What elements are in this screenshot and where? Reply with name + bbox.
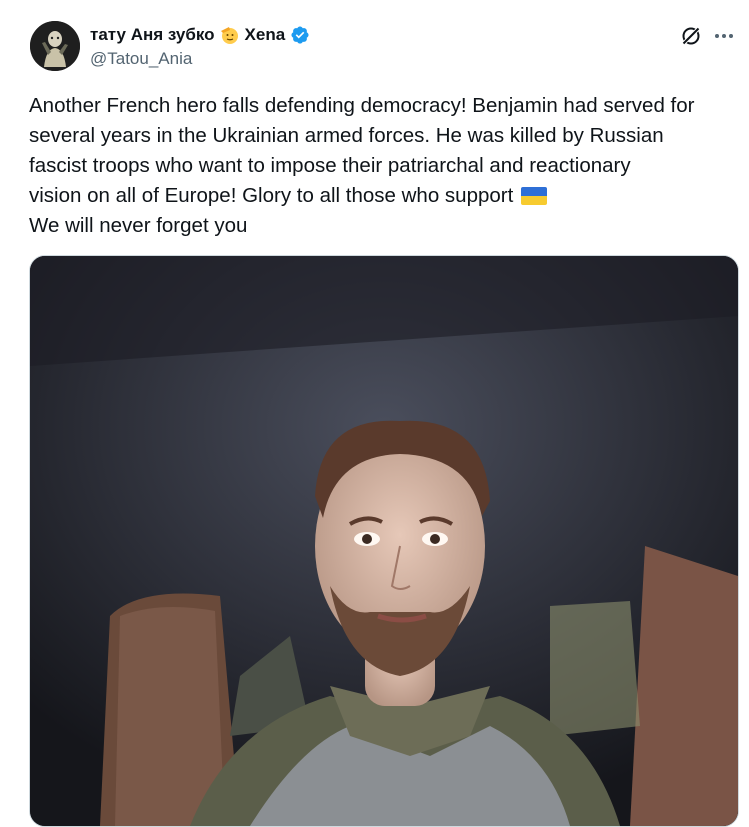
tweet-text-line: vision on all of Europe! Glory to all th…	[29, 184, 514, 207]
display-name-suffix: Xena	[244, 25, 286, 44]
more-icon[interactable]	[712, 25, 736, 47]
display-name[interactable]: тату Аня зубко Xena	[90, 22, 310, 48]
tweet-text-line: fascist troops who want to impose their …	[29, 154, 631, 177]
ukraine-flag-icon	[521, 187, 547, 205]
tweet-text-line-with-flag: vision on all of Europe! Glory to all th…	[29, 181, 741, 211]
saluting-face-icon	[220, 25, 240, 45]
verified-badge-icon	[290, 25, 310, 45]
avatar[interactable]	[30, 21, 80, 71]
tweet-photo[interactable]	[29, 255, 739, 827]
display-name-text: тату Аня зубко	[90, 25, 215, 44]
tweet-text-line: We will never forget you	[29, 214, 248, 237]
tweet-text-line: several years in the Ukrainian armed for…	[29, 124, 664, 147]
tweet-text-line: Another French hero falls defending demo…	[29, 94, 695, 117]
tweet: тату Аня зубко Xena @Tatou_Ania Another …	[0, 0, 749, 827]
user-handle[interactable]: @Tatou_Ania	[90, 49, 192, 69]
grok-icon[interactable]	[680, 25, 702, 47]
tweet-text: Another French hero falls defending demo…	[29, 91, 741, 241]
